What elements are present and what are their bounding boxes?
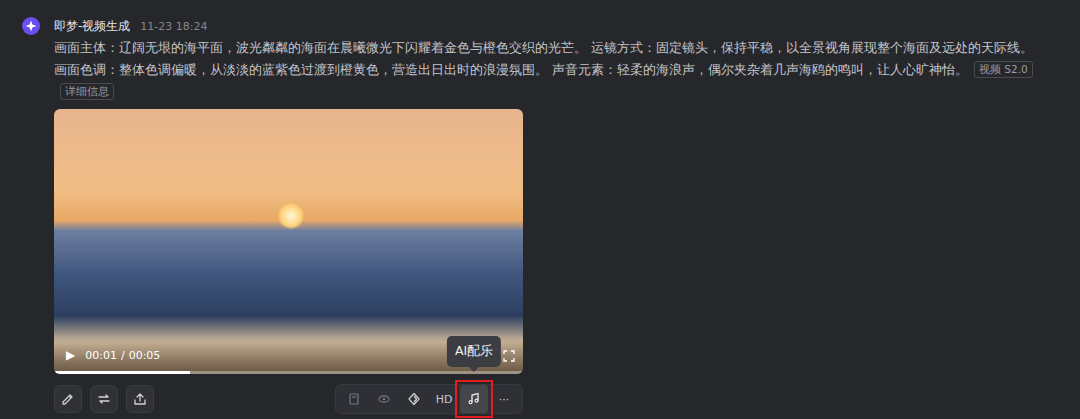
message-header: 即梦-视频生成 11-23 18:24 [54, 17, 1050, 35]
music-button[interactable]: AI配乐 [460, 385, 488, 413]
edit-button[interactable] [54, 385, 82, 413]
time-separator: / [121, 349, 125, 362]
author-name: 即梦-视频生成 [54, 18, 130, 35]
tool-label: ··· [499, 393, 510, 406]
tag[interactable]: 视频 S2.0 [974, 61, 1033, 78]
share-icon [132, 391, 148, 407]
tool-button[interactable]: ··· [490, 385, 518, 413]
eye-button[interactable] [370, 385, 398, 413]
tool-label: HD [436, 393, 453, 406]
share-button[interactable] [126, 385, 154, 413]
avatar-icon [22, 17, 40, 35]
regenerate-button[interactable] [90, 385, 118, 413]
edit-icon [60, 391, 76, 407]
eye-icon [376, 391, 392, 407]
tool-button[interactable]: HD [430, 385, 458, 413]
video-player[interactable]: ▶ 00:01 / 00:05 [54, 109, 523, 374]
prompt: 画面主体：辽阔无垠的海平面，波光粼粼的海面在晨曦微光下闪耀着金色与橙色交织的光芒… [54, 40, 1033, 77]
tag[interactable]: 详细信息 [60, 83, 114, 100]
progress-track[interactable] [54, 371, 523, 374]
duration: 00:05 [129, 349, 161, 362]
timestamp: 11-23 18:24 [140, 20, 207, 33]
diamond-icon [406, 391, 422, 407]
regenerate-icon [96, 391, 112, 407]
diamond-button[interactable] [400, 385, 428, 413]
frame-icon [346, 391, 362, 407]
prompt-text: 画面主体：辽阔无垠的海平面，波光粼粼的海面在晨曦微光下闪耀着金色与橙色交织的光芒… [54, 37, 1044, 103]
fullscreen-icon[interactable] [503, 350, 515, 362]
current-time: 00:01 [85, 349, 117, 362]
progress-fill [54, 371, 190, 374]
frame-button[interactable] [340, 385, 368, 413]
tooltip: AI配乐 [447, 336, 501, 367]
play-button[interactable]: ▶ [66, 348, 75, 362]
music-icon [466, 391, 482, 407]
